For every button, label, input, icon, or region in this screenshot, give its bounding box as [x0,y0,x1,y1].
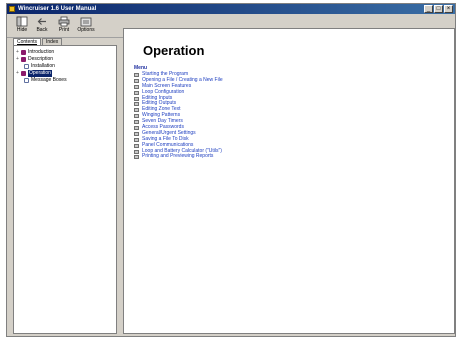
tree-item-installation[interactable]: Installation [16,63,116,70]
contents-tree: + Introduction + Description Installatio… [14,46,116,84]
close-button[interactable]: × [444,5,453,13]
topic-page-icon [134,131,139,136]
tree-item-introduction[interactable]: + Introduction [16,49,116,56]
topic-link-label: Printing and Previewing Reports [142,153,214,160]
topic-pane: Operation Menu Starting the Program Open… [123,28,455,334]
topic-page-icon [134,155,139,160]
topic-page-icon [134,125,139,130]
tree-item-label: Message Boxes [31,77,67,83]
topic-link-list: Starting the Program Opening a File / Cr… [134,71,223,160]
topic-page-icon [134,114,139,119]
topic-page-icon [134,120,139,125]
tree-item-description[interactable]: + Description [16,56,116,63]
help-window: Wincruiser 1.6 User Manual _ □ × Hide Ba… [6,3,456,337]
topic-page-icon [134,96,139,101]
book-icon [21,50,26,55]
page-icon [24,64,29,69]
options-button-label: Options [77,27,95,33]
back-arrow-icon [37,18,46,25]
app-icon [9,6,15,12]
tree-item-label: Operation [28,70,52,77]
printer-icon [58,16,70,27]
title-bar: Wincruiser 1.6 User Manual _ □ × [7,4,455,14]
book-icon [21,71,26,76]
options-icon [80,17,92,27]
topic-page-icon [134,102,139,107]
topic-page-icon [134,137,139,142]
window-controls: _ □ × [424,5,453,13]
topic-page-icon [134,108,139,113]
hide-button[interactable]: Hide [13,16,31,36]
topic-page-icon [134,90,139,95]
tab-contents[interactable]: Contents [13,38,42,45]
back-button[interactable]: Back [33,16,51,36]
topic-link[interactable]: Printing and Previewing Reports [134,154,223,160]
maximize-button[interactable]: □ [434,5,443,13]
hide-icon [16,16,28,27]
topic-page-icon [134,143,139,148]
topic-page-icon [134,149,139,154]
print-button[interactable]: Print [55,16,73,36]
tree-item-message-boxes[interactable]: Message Boxes [16,77,116,84]
page-title: Operation [143,43,205,58]
topic-page-icon [134,84,139,89]
back-button-label: Back [36,27,48,33]
tab-index[interactable]: Index [42,38,63,45]
book-icon [21,57,26,62]
tree-item-operation[interactable]: + Operation [16,70,116,77]
topic-page-icon [134,72,139,77]
topic-page-icon [134,78,139,83]
tree-item-label: Introduction [28,49,55,55]
minimize-button[interactable]: _ [424,5,433,13]
contents-pane: + Introduction + Description Installatio… [13,45,117,334]
tree-item-label: Installation [31,63,55,69]
window-title: Wincruiser 1.6 User Manual [18,6,97,12]
pane-splitter[interactable] [118,38,122,334]
tree-item-label: Description [28,56,54,62]
page-icon [24,78,29,83]
print-button-label: Print [58,27,70,33]
nav-tabs: Contents Index [13,38,63,45]
options-button[interactable]: Options [77,16,95,36]
hide-button-label: Hide [16,27,28,33]
